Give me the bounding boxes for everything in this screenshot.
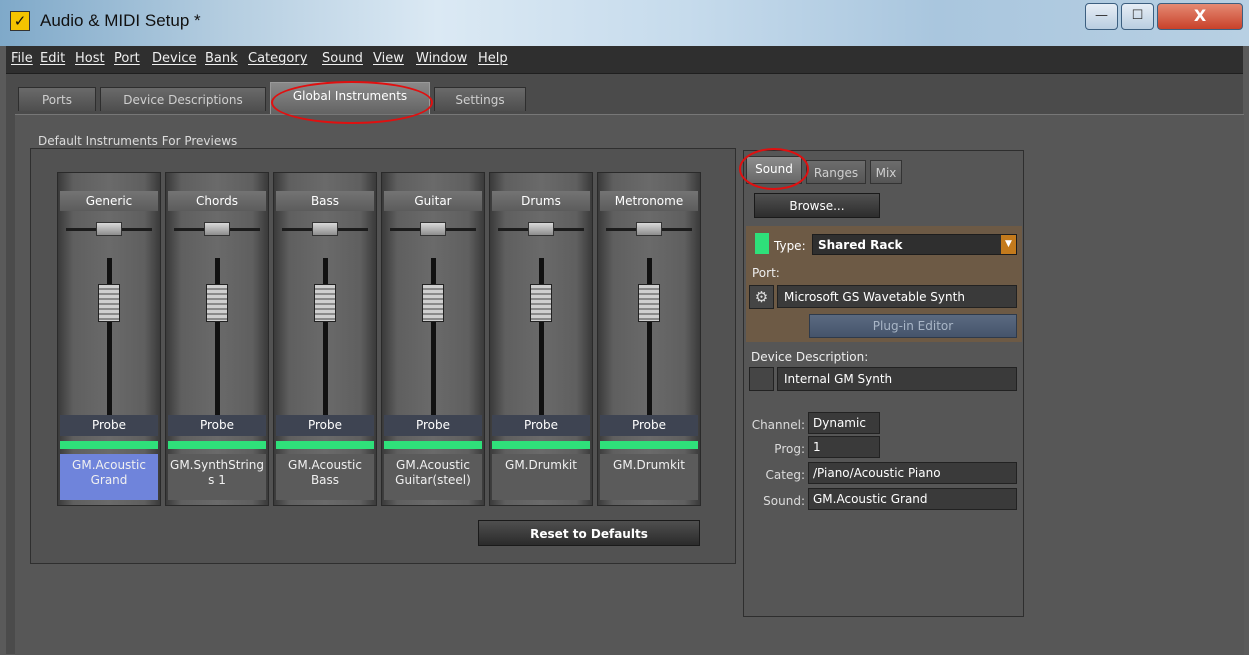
probe-button[interactable]: Probe	[384, 415, 482, 436]
prog-field[interactable]: 1	[808, 436, 880, 458]
channel-strip-guitar: Guitar Probe GM.Acoustic Guitar(steel)	[381, 172, 485, 506]
probe-button[interactable]: Probe	[60, 415, 158, 436]
channel-strip-drums: Drums Probe GM.Drumkit	[489, 172, 593, 506]
channel-strip-metronome: Metronome Probe GM.Drumkit	[597, 172, 701, 506]
pan-knob[interactable]	[204, 222, 230, 236]
volume-fader[interactable]	[638, 284, 660, 322]
annotation-circle-tab	[271, 81, 433, 124]
instrument-field[interactable]: GM.Acoustic Grand	[60, 454, 158, 500]
pan-knob[interactable]	[528, 222, 554, 236]
menu-bar: File Edit Host Port Device Bank Category…	[6, 46, 1243, 74]
menu-bank[interactable]: Bank	[205, 51, 238, 66]
port-label: Port:	[752, 266, 780, 280]
instrument-field[interactable]: GM.Acoustic Guitar(steel)	[384, 454, 482, 500]
channel-field[interactable]: Dynamic	[808, 412, 880, 434]
menu-window[interactable]: Window	[416, 51, 467, 66]
probe-button[interactable]: Probe	[168, 415, 266, 436]
app-icon: ✓	[10, 11, 30, 31]
gear-icon[interactable]: ⚙	[749, 285, 774, 309]
menu-view[interactable]: View	[373, 51, 404, 66]
menu-sound[interactable]: Sound	[322, 51, 363, 66]
menu-category[interactable]: Category	[248, 51, 307, 66]
strip-name: Chords	[168, 191, 266, 211]
sound-field[interactable]: GM.Acoustic Grand	[808, 488, 1017, 510]
sound-label: Sound:	[763, 494, 805, 508]
color-swatch[interactable]	[755, 233, 769, 254]
categ-field[interactable]: /Piano/Acoustic Piano	[808, 462, 1017, 484]
device-description-button[interactable]	[749, 367, 774, 391]
probe-button[interactable]: Probe	[492, 415, 590, 436]
probe-button[interactable]: Probe	[600, 415, 698, 436]
maximize-button[interactable]: ☐	[1121, 3, 1154, 30]
channel-strip-chords: Chords Probe GM.SynthString s 1	[165, 172, 269, 506]
instrument-field[interactable]: GM.Acoustic Bass	[276, 454, 374, 500]
menu-port[interactable]: Port	[114, 51, 140, 66]
level-meter	[384, 441, 482, 449]
menu-host[interactable]: Host	[75, 51, 105, 66]
tab-device-descriptions[interactable]: Device Descriptions	[100, 87, 266, 111]
probe-button[interactable]: Probe	[276, 415, 374, 436]
tab-settings[interactable]: Settings	[434, 87, 526, 111]
type-label: Type:	[774, 239, 806, 253]
channel-label: Channel:	[751, 418, 805, 432]
menu-help[interactable]: Help	[478, 51, 508, 66]
menu-device[interactable]: Device	[152, 51, 196, 66]
pan-knob[interactable]	[636, 222, 662, 236]
strip-name: Drums	[492, 191, 590, 211]
close-button[interactable]: X	[1157, 3, 1243, 30]
volume-fader[interactable]	[206, 284, 228, 322]
strip-name: Guitar	[384, 191, 482, 211]
level-meter	[600, 441, 698, 449]
instrument-field[interactable]: GM.SynthString s 1	[168, 454, 266, 500]
volume-fader[interactable]	[98, 284, 120, 322]
device-description-label: Device Description:	[751, 350, 869, 364]
tab-ranges[interactable]: Ranges	[806, 160, 866, 184]
group-label: Default Instruments For Previews	[38, 134, 238, 148]
minimize-button[interactable]: —	[1085, 3, 1118, 30]
volume-fader[interactable]	[314, 284, 336, 322]
pan-knob[interactable]	[312, 222, 338, 236]
annotation-circle-sound	[739, 148, 809, 190]
prog-label: Prog:	[774, 442, 805, 456]
volume-fader[interactable]	[422, 284, 444, 322]
type-select[interactable]: Shared Rack	[812, 234, 1017, 255]
level-meter	[60, 441, 158, 449]
volume-fader[interactable]	[530, 284, 552, 322]
strip-name: Generic	[60, 191, 158, 211]
device-description-field[interactable]: Internal GM Synth	[777, 367, 1017, 391]
tab-ports[interactable]: Ports	[18, 87, 96, 111]
level-meter	[492, 441, 590, 449]
strip-name: Metronome	[600, 191, 698, 211]
browse-button[interactable]: Browse...	[754, 193, 880, 218]
window-title: Audio & MIDI Setup *	[40, 11, 201, 30]
pan-knob[interactable]	[96, 222, 122, 236]
channel-strip-bass: Bass Probe GM.Acoustic Bass	[273, 172, 377, 506]
menu-file[interactable]: File	[11, 51, 33, 66]
categ-label: Categ:	[765, 468, 805, 482]
port-field[interactable]: Microsoft GS Wavetable Synth	[777, 285, 1017, 308]
level-meter	[276, 441, 374, 449]
plugin-editor-button[interactable]: Plug-in Editor	[809, 314, 1017, 338]
strip-name: Bass	[276, 191, 374, 211]
pan-knob[interactable]	[420, 222, 446, 236]
instrument-field[interactable]: GM.Drumkit	[600, 454, 698, 500]
chevron-down-icon[interactable]: ▼	[1001, 235, 1016, 254]
instrument-field[interactable]: GM.Drumkit	[492, 454, 590, 500]
tab-mix[interactable]: Mix	[870, 160, 902, 184]
menu-edit[interactable]: Edit	[40, 51, 65, 66]
level-meter	[168, 441, 266, 449]
reset-to-defaults-button[interactable]: Reset to Defaults	[478, 520, 700, 546]
channel-strip-generic: Generic Probe GM.Acoustic Grand	[57, 172, 161, 506]
